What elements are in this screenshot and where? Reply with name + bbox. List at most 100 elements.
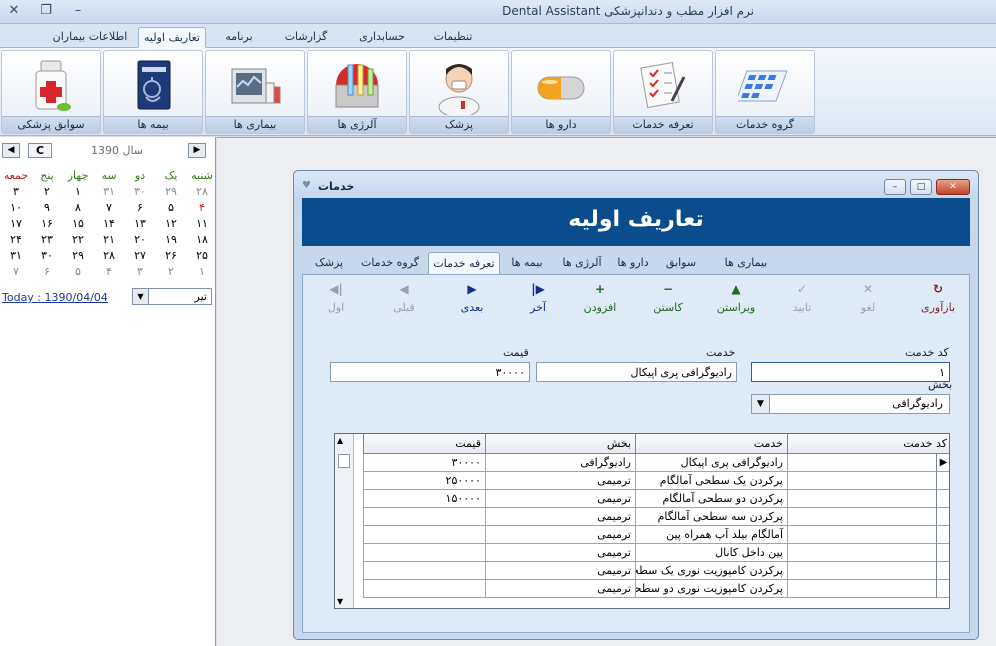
calendar-day[interactable]: ۲۷ bbox=[126, 249, 154, 262]
row-selector[interactable] bbox=[936, 490, 949, 508]
tab-service-tariff[interactable]: تعرفه خدمات bbox=[428, 252, 500, 274]
minimize-icon[interactable]: – bbox=[70, 3, 86, 19]
table-row[interactable]: ۳۰۰۰۰رادیوگرافیرادیوگرافی پری اپیکال۱ bbox=[363, 454, 949, 472]
calendar-day[interactable]: ۱۴ bbox=[95, 217, 123, 230]
calendar-day[interactable]: ۲۸ bbox=[188, 185, 216, 198]
table-cell-code[interactable]: ۵ bbox=[787, 526, 949, 544]
ribbon-button-allergies[interactable]: آلرژی ها bbox=[307, 50, 407, 134]
row-selector[interactable] bbox=[936, 508, 949, 526]
table-cell-service[interactable]: پین داخل کانال bbox=[635, 544, 787, 562]
table-cell-section[interactable]: ترمیمی bbox=[485, 472, 635, 490]
calendar-day[interactable]: ۳ bbox=[2, 185, 30, 198]
window-maximize-button[interactable]: □ bbox=[910, 179, 932, 195]
previous-year-button[interactable]: ◀ bbox=[2, 143, 20, 158]
table-row[interactable]: ترمیمیپرکردن کامپوزیت نوری یک سطحی۷ bbox=[363, 562, 949, 580]
calendar-day[interactable]: ۲۱ bbox=[95, 233, 123, 246]
ribbon-button-diseases[interactable]: بیماری ها bbox=[205, 50, 305, 134]
scroll-thumb[interactable] bbox=[338, 454, 350, 468]
calendar-day[interactable]: ۸ bbox=[64, 201, 92, 214]
table-cell-price[interactable] bbox=[363, 562, 485, 580]
calendar-day[interactable]: ۳ bbox=[126, 265, 154, 278]
table-cell-service[interactable]: آمالگام بیلد آپ همراه پین bbox=[635, 526, 787, 544]
ribbon-button-medical-history[interactable]: سوابق پزشکی bbox=[1, 50, 101, 134]
calendar-today-button[interactable]: C bbox=[28, 143, 52, 158]
tab-diseases[interactable]: بیماری ها bbox=[706, 252, 786, 274]
calendar-day[interactable]: ۵ bbox=[157, 201, 185, 214]
calendar-day[interactable]: ۲۶ bbox=[157, 249, 185, 262]
scroll-up-icon[interactable]: ▲ bbox=[337, 436, 343, 445]
table-cell-section[interactable]: رادیوگرافی bbox=[485, 454, 635, 472]
table-cell-section[interactable]: ترمیمی bbox=[485, 526, 635, 544]
table-cell-code[interactable]: ۴ bbox=[787, 508, 949, 526]
grid-header-service[interactable]: خدمت bbox=[635, 434, 787, 454]
row-selector[interactable] bbox=[936, 526, 949, 544]
calendar-day[interactable]: ۱۶ bbox=[33, 217, 61, 230]
tab-drugs[interactable]: دارو ها bbox=[610, 252, 656, 274]
table-cell-service[interactable]: رادیوگرافی پری اپیکال bbox=[635, 454, 787, 472]
calendar-day[interactable]: ۴ bbox=[188, 201, 216, 214]
toolbar-button[interactable]: ▶| آخر bbox=[508, 282, 568, 314]
calendar-day[interactable]: ۳۱ bbox=[95, 185, 123, 198]
toolbar-button[interactable]: + افزودن bbox=[570, 282, 630, 314]
restore-icon[interactable]: ❐ bbox=[38, 3, 54, 19]
calendar-day[interactable]: ۲ bbox=[33, 185, 61, 198]
calendar-day[interactable]: ۳۰ bbox=[126, 185, 154, 198]
calendar-day[interactable]: ۲۹ bbox=[157, 185, 185, 198]
ribbon-tab-reports[interactable]: گزارشات bbox=[272, 27, 340, 48]
calendar-day[interactable]: ۱۹ bbox=[157, 233, 185, 246]
row-selector[interactable]: ▶ bbox=[936, 454, 949, 472]
row-selector[interactable] bbox=[936, 580, 949, 598]
calendar-day[interactable]: ۲۲ bbox=[64, 233, 92, 246]
calendar-day[interactable]: ۲ bbox=[157, 265, 185, 278]
table-cell-service[interactable]: پرکردن کامپوزیت نوری یک سطحی bbox=[635, 562, 787, 580]
table-cell-price[interactable]: ۳۰۰۰۰ bbox=[363, 454, 485, 472]
table-cell-section[interactable]: ترمیمی bbox=[485, 580, 635, 598]
calendar-day[interactable]: ۷ bbox=[2, 265, 30, 278]
table-cell-code[interactable]: ۶ bbox=[787, 544, 949, 562]
calendar-day[interactable]: ۲۳ bbox=[33, 233, 61, 246]
calendar-day[interactable]: ۱۷ bbox=[2, 217, 30, 230]
table-cell-code[interactable]: ۸ bbox=[787, 580, 949, 598]
price-field[interactable] bbox=[330, 362, 530, 382]
calendar-day[interactable]: ۴ bbox=[95, 265, 123, 278]
window-minimize-button[interactable]: – bbox=[884, 179, 906, 195]
ribbon-button-insurances[interactable]: بیمه ها bbox=[103, 50, 203, 134]
table-cell-price[interactable] bbox=[363, 544, 485, 562]
grid-header-code[interactable]: کد خدمت bbox=[787, 434, 949, 454]
calendar-day[interactable]: ۹ bbox=[33, 201, 61, 214]
toolbar-button[interactable]: ✓ تایید bbox=[772, 282, 832, 314]
table-cell-price[interactable] bbox=[363, 526, 485, 544]
calendar-day[interactable]: ۱۰ bbox=[2, 201, 30, 214]
calendar-day[interactable]: ۲۰ bbox=[126, 233, 154, 246]
grid-header-section[interactable]: بخش bbox=[485, 434, 635, 454]
calendar-day[interactable]: ۱۲ bbox=[157, 217, 185, 230]
close-icon[interactable]: ✕ bbox=[6, 3, 22, 19]
ribbon-tab-visit-schedule[interactable]: برنامه ویزیت bbox=[210, 27, 268, 63]
calendar-day[interactable]: ۵ bbox=[64, 265, 92, 278]
toolbar-button[interactable]: |◀ اول bbox=[306, 282, 366, 314]
calendar-day[interactable]: ۱۳ bbox=[126, 217, 154, 230]
table-cell-code[interactable]: ۱ bbox=[787, 454, 949, 472]
tab-service-groups[interactable]: گروه خدمات bbox=[354, 252, 426, 274]
chevron-down-icon[interactable]: ▼ bbox=[133, 289, 149, 304]
table-cell-section[interactable]: ترمیمی bbox=[485, 562, 635, 580]
row-selector[interactable] bbox=[936, 472, 949, 490]
window-close-button[interactable]: ✕ bbox=[936, 179, 970, 195]
table-row[interactable]: ۲۵۰۰۰۰ترمیمیپرکردن یک سطحی آمالگام۲ bbox=[363, 472, 949, 490]
today-link[interactable]: Today : 1390/04/04 bbox=[2, 291, 108, 304]
table-row[interactable]: ۱۵۰۰۰۰ترمیمیپرکردن دو سطحی آمالگام۳ bbox=[363, 490, 949, 508]
calendar-day[interactable]: ۲۹ bbox=[64, 249, 92, 262]
toolbar-button[interactable]: ▲ ویراستن bbox=[706, 282, 766, 314]
calendar-day[interactable]: ۱ bbox=[64, 185, 92, 198]
table-cell-code[interactable]: ۲ bbox=[787, 472, 949, 490]
tab-insurances[interactable]: بیمه ها bbox=[502, 252, 552, 274]
calendar-day[interactable]: ۲۸ bbox=[95, 249, 123, 262]
tab-doctor[interactable]: پزشک bbox=[306, 252, 352, 274]
calendar-day[interactable]: ۳۱ bbox=[2, 249, 30, 262]
table-cell-service[interactable]: پرکردن یک سطحی آمالگام bbox=[635, 472, 787, 490]
chevron-down-icon[interactable]: ▼ bbox=[752, 395, 770, 413]
toolbar-button[interactable]: ▶ بعدی bbox=[442, 282, 502, 314]
table-row[interactable]: ترمیمیپرکردن کامپوزیت نوری دو سطحی۸ bbox=[363, 580, 949, 598]
table-cell-section[interactable]: ترمیمی bbox=[485, 508, 635, 526]
table-cell-service[interactable]: پرکردن دو سطحی آمالگام bbox=[635, 490, 787, 508]
